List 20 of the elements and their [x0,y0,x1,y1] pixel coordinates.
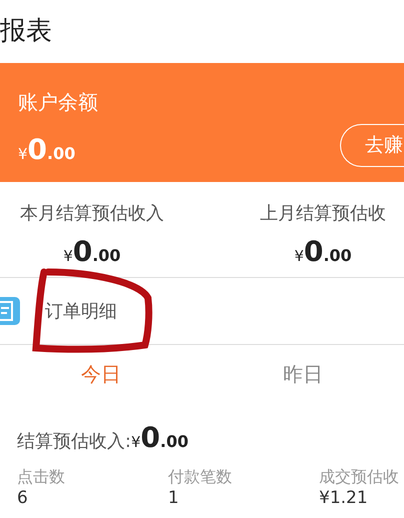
settlement-label: 结算预估收入: [17,430,132,454]
order-detail-label[interactable]: 订单明细 [45,298,117,324]
stat-value: ¥1.21 [319,488,369,508]
stat-value: 6 [17,488,29,508]
stat-label: 付款笔数 [168,467,233,488]
stat-label: 成交预估收 [319,467,400,488]
balance-label: 账户余额 [18,89,98,116]
day-tab[interactable]: 昨日 [202,345,404,403]
income-label: 上月结算预估收 [260,202,386,226]
document-icon [0,297,20,325]
earn-button[interactable]: 去赚 [340,124,404,167]
income-label: 本月结算预估收入 [20,202,164,226]
balance-amount: ¥0.00 [18,132,76,168]
income-amount: ¥0.00 [63,234,121,270]
income-amount: ¥0.00 [294,234,352,270]
settlement-amount: ¥0.00 [131,420,188,456]
stat-value: 1 [168,488,180,508]
stat-label: 点击数 [17,467,66,488]
day-tab[interactable]: 今日 [0,345,202,403]
page-title: 报表 [0,15,52,48]
